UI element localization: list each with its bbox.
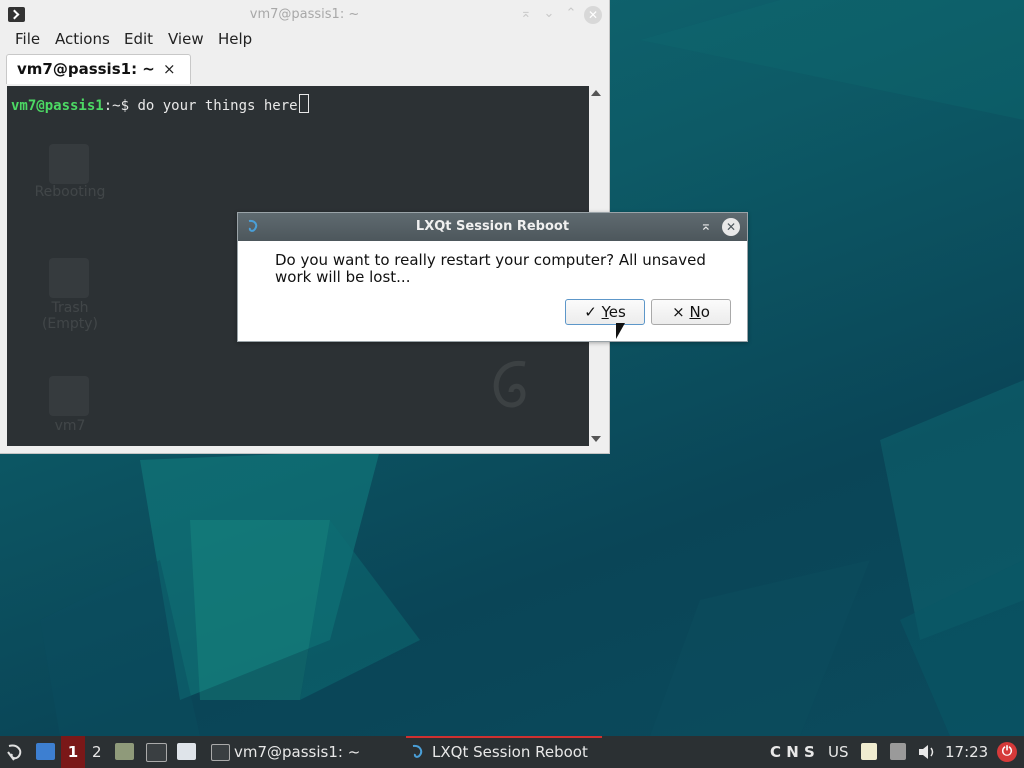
dialog-title-bar[interactable]: LXQt Session Reboot ⌅ ✕ <box>238 213 747 241</box>
dialog-message: Do you want to really restart your compu… <box>275 251 706 286</box>
close-icon[interactable]: ✕ <box>584 6 602 24</box>
debian-swirl-icon <box>493 360 526 408</box>
scroll-up-icon[interactable] <box>591 90 601 96</box>
keep-above-icon[interactable]: ⌅ <box>700 218 712 234</box>
task-lxqt-icon <box>412 744 423 758</box>
removable-media-icon[interactable] <box>890 743 906 760</box>
clock[interactable]: 17:23 <box>945 736 988 768</box>
clipboard-icon[interactable] <box>861 743 877 760</box>
show-desktop-icon[interactable] <box>36 743 55 760</box>
text-cursor <box>298 94 309 113</box>
task-terminal-icon <box>211 744 230 761</box>
ghost-desktop-icon <box>49 144 89 184</box>
ghost-label: Rebooting <box>34 184 106 200</box>
desktop-switch-1[interactable]: 1 <box>61 736 85 768</box>
task-reboot-dialog[interactable]: LXQt Session Reboot <box>432 736 588 768</box>
title-bar[interactable]: vm7@passis1: ~ ⌅ ⌄ ⌃ ✕ <box>0 0 609 29</box>
maximize-icon[interactable]: ⌃ <box>563 6 579 22</box>
menu-actions[interactable]: Actions <box>55 30 110 48</box>
ghost-home-icon <box>49 376 89 416</box>
menu-view[interactable]: View <box>168 30 204 48</box>
file-manager-icon[interactable] <box>115 743 134 760</box>
dialog-title: LXQt Session Reboot <box>415 219 570 234</box>
taskbar: 1 2 vm7@passis1: ~ LXQt Session Reboot C… <box>0 736 1024 768</box>
ghost-trash-icon <box>49 258 89 298</box>
ghost-label: Trash (Empty) <box>41 300 99 332</box>
minimize-icon[interactable]: ⌄ <box>541 6 557 22</box>
desktop-switch-2[interactable]: 2 <box>92 736 102 768</box>
terminal-prompt-line: vm7@passis1:~$ do your things here <box>11 94 309 114</box>
keyboard-layout[interactable]: US <box>828 736 849 768</box>
power-icon[interactable]: ⏻ <box>997 742 1017 762</box>
scroll-down-icon[interactable] <box>591 436 601 442</box>
no-mnemonic: N <box>689 303 701 321</box>
menu-help[interactable]: Help <box>218 30 252 48</box>
menu-file[interactable]: File <box>15 30 40 48</box>
ghost-label: vm7 <box>54 418 86 434</box>
cross-icon: × <box>672 303 685 321</box>
yes-button[interactable]: ✓ Yes <box>565 299 645 325</box>
main-menu-icon[interactable] <box>5 742 25 762</box>
typed-command: do your things here <box>137 98 298 114</box>
keyboard-indicators: C N S <box>770 743 815 761</box>
task-terminal[interactable]: vm7@passis1: ~ <box>234 736 360 768</box>
tab-label: vm7@passis1: ~ <box>17 60 155 78</box>
yes-mnemonic: Y <box>601 303 609 321</box>
yes-label: es <box>608 303 626 321</box>
volume-icon[interactable] <box>917 744 937 760</box>
prompt-user: vm7@passis1 <box>11 98 104 114</box>
menu-edit[interactable]: Edit <box>124 30 153 48</box>
close-icon[interactable]: ✕ <box>722 218 740 236</box>
prompt-path: :~$ <box>103 98 138 114</box>
reboot-dialog[interactable]: LXQt Session Reboot ⌅ ✕ Do you want to r… <box>237 212 748 342</box>
keep-above-icon[interactable]: ⌅ <box>518 6 534 22</box>
no-label: o <box>700 303 710 321</box>
tab-close-icon[interactable]: × <box>163 60 176 78</box>
menu-bar: File Actions Edit View Help <box>0 29 609 51</box>
no-button[interactable]: × No <box>651 299 731 325</box>
text-editor-icon[interactable] <box>177 743 196 760</box>
tab-terminal[interactable]: vm7@passis1: ~ × <box>6 54 191 84</box>
check-icon: ✓ <box>584 303 597 321</box>
terminal-launcher-icon[interactable] <box>146 743 167 762</box>
mouse-pointer-icon <box>616 323 625 339</box>
